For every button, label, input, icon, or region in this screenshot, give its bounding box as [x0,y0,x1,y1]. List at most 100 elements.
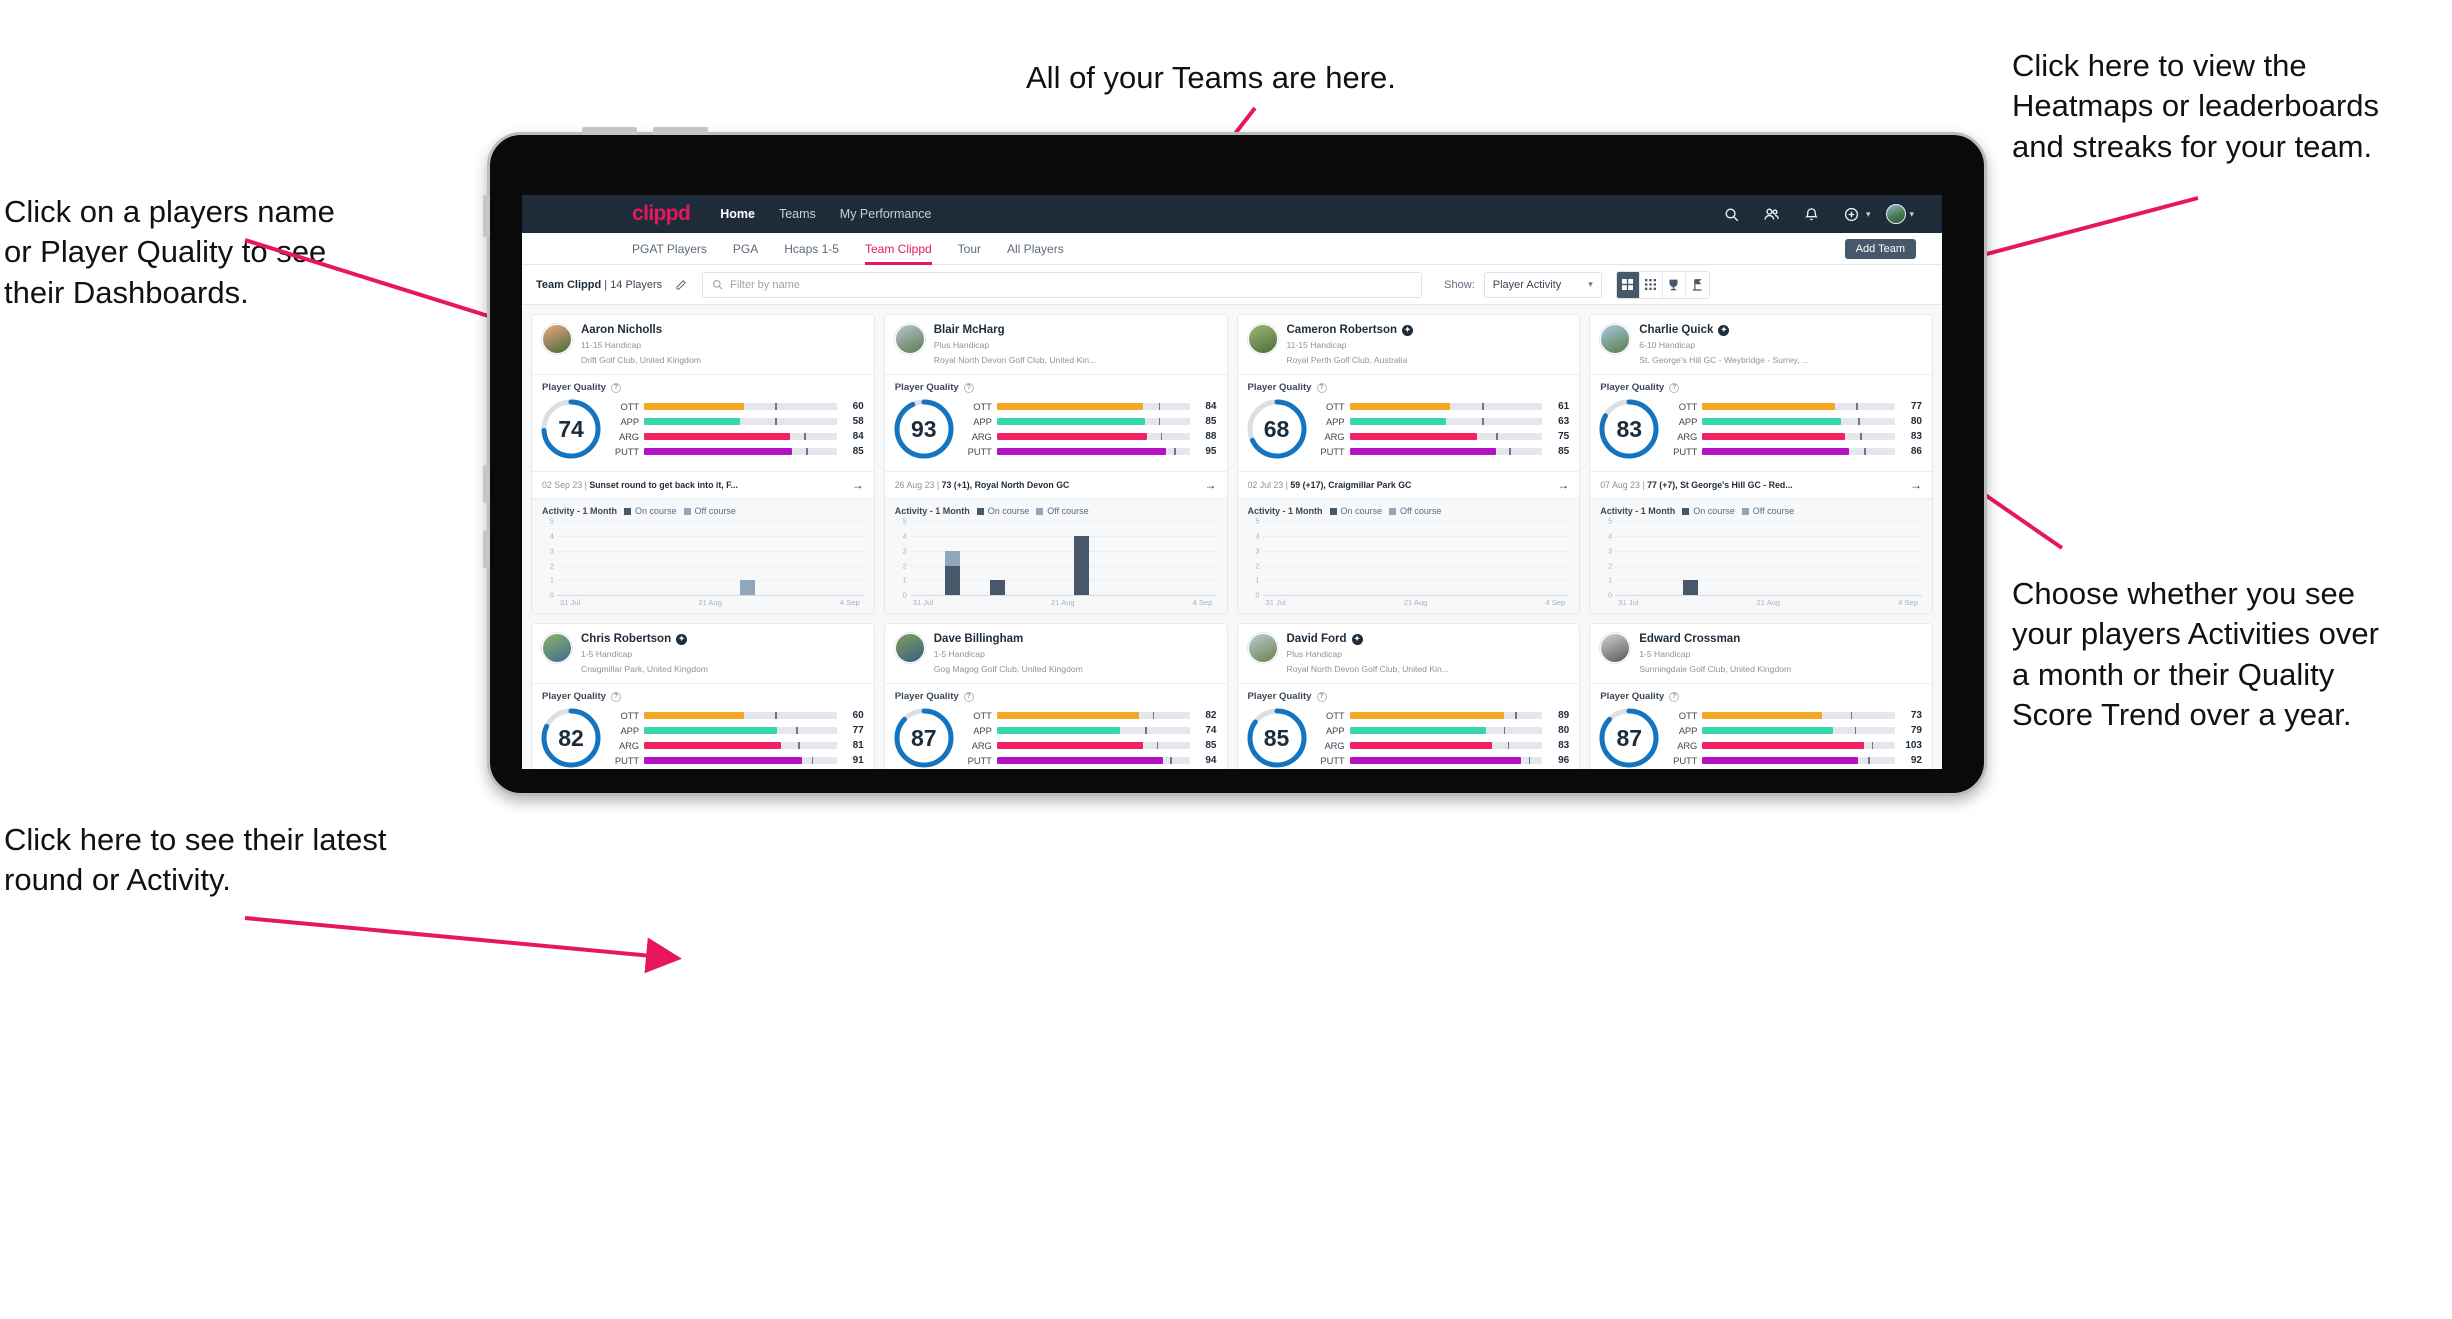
nav-link-teams[interactable]: Teams [779,207,816,221]
metric-benchmark-tick [1868,757,1870,765]
quality-score-ring[interactable]: 87 [891,705,957,769]
tab-tour[interactable]: Tour [958,233,981,265]
search-icon[interactable] [1721,203,1743,225]
avatar[interactable] [894,324,925,354]
arrow-right-icon[interactable]: → [852,478,864,492]
show-select[interactable]: Player Activity ▾ [1483,271,1602,298]
player-name[interactable]: Dave Billingham [934,633,1083,646]
latest-round-row[interactable]: 26 Aug 23 | 73 (+1), Royal North Devon G… [884,471,1227,498]
avatar[interactable] [894,633,925,664]
player-card-header[interactable]: Aaron Nicholls 11-15 Handicap Drift Golf C… [532,315,874,374]
player-name[interactable]: Charlie Quick ✦ [1639,324,1809,337]
trophy-icon[interactable] [1662,271,1686,298]
player-card-header[interactable]: David Ford ✦ Plus Handicap Royal North Devo… [1238,624,1580,683]
chevron-down-icon-profile[interactable]: ▾ [1909,209,1914,220]
pencil-icon[interactable] [670,274,692,296]
help-icon[interactable]: ? [611,691,621,702]
quality-score-ring[interactable]: 68 [1244,396,1310,462]
player-card[interactable]: Edward Crossman 1-5 Handicap Sunningdale G… [1589,623,1933,769]
arrow-right-icon[interactable]: → [1557,478,1569,492]
player-name[interactable]: Chris Robertson ✦ [581,633,708,646]
avatar[interactable] [1247,324,1278,354]
search-input[interactable]: Filter by name [702,271,1423,298]
help-icon[interactable]: ? [1669,691,1680,702]
metric-benchmark-tick [803,433,806,441]
player-card-header[interactable]: Blair McHarg Plus Handicap Royal North Dev… [885,315,1227,374]
player-card-header[interactable]: Chris Robertson ✦ 1-5 Handicap Craigmillar … [532,624,874,683]
tab-all-players[interactable]: All Players [1007,233,1064,265]
player-quality-title: Player Quality? [1590,375,1932,396]
arrow-right-icon[interactable]: → [1910,478,1922,492]
quality-score-ring[interactable]: 74 [538,396,604,462]
help-icon[interactable]: ? [963,691,974,702]
tab-pga[interactable]: PGA [733,233,758,265]
player-name[interactable]: Aaron Nicholls [581,324,701,337]
activity-title: Activity - 1 Month [542,506,618,517]
quality-score-ring[interactable]: 87 [1596,705,1662,769]
quality-score-value: 87 [1616,724,1643,751]
latest-round-row[interactable]: 07 Aug 23 | 77 (+7), St George's Hill GC… [1590,471,1932,498]
flag-icon[interactable] [1685,271,1709,298]
player-card[interactable]: Dave Billingham 1-5 Handicap Gog Magog Gol… [883,623,1228,769]
quality-score-ring[interactable]: 83 [1596,396,1662,462]
avatar[interactable] [542,633,572,664]
metric-fill [1349,403,1450,411]
help-icon[interactable]: ? [611,382,621,393]
nav-link-home[interactable]: Home [720,207,755,221]
metric-row-putt: PUTT 86 [1669,446,1922,457]
avatar[interactable] [1600,633,1631,664]
tab-team-clippd[interactable]: Team Clippd [864,233,932,265]
chevron-down-icon-add[interactable]: ▾ [1866,209,1871,220]
help-icon[interactable]: ? [1316,382,1327,393]
latest-round-row[interactable]: 02 Sep 23 | Sunset round to get back int… [532,471,874,498]
arrow-right-icon[interactable]: → [1205,478,1217,492]
quality-score-ring[interactable]: 93 [891,396,957,462]
player-quality-title: Player Quality? [885,375,1227,396]
help-icon[interactable]: ? [963,382,974,393]
avatar[interactable] [542,324,572,354]
player-card[interactable]: Charlie Quick ✦ 6-10 Handicap St. George's … [1589,314,1933,615]
clippd-logo[interactable]: clippd [632,202,691,226]
metric-track [1702,433,1895,441]
player-card[interactable]: David Ford ✦ Plus Handicap Royal North Devo… [1236,623,1581,769]
avatar[interactable] [1600,324,1631,354]
add-team-button[interactable]: Add Team [1844,239,1916,259]
player-card[interactable]: Blair McHarg Plus Handicap Royal North Dev… [883,314,1228,615]
quality-score-ring[interactable]: 85 [1244,705,1310,769]
player-card-header[interactable]: Cameron Robertson ✦ 11-15 Handicap Royal Pe… [1238,315,1580,374]
player-name[interactable]: David Ford ✦ [1287,633,1449,646]
plus-circle-icon[interactable] [1841,203,1863,225]
metric-track [1702,448,1895,456]
player-card[interactable]: Chris Robertson ✦ 1-5 Handicap Craigmillar … [531,623,875,769]
help-icon[interactable]: ? [1669,382,1680,393]
table-view-button[interactable] [1639,271,1663,298]
metric-track [1349,403,1543,411]
metric-value: 82 [1205,710,1217,722]
metric-track [644,448,837,456]
quality-score-ring[interactable]: 82 [538,705,604,769]
player-card[interactable]: Cameron Robertson ✦ 11-15 Handicap Royal Pe… [1236,314,1581,615]
player-name[interactable]: Edward Crossman [1639,633,1791,646]
player-card-header[interactable]: Dave Billingham 1-5 Handicap Gog Magog Gol… [885,624,1227,683]
cards-view-button[interactable] [1616,271,1640,298]
metric-track [996,418,1190,426]
player-card-header[interactable]: Edward Crossman 1-5 Handicap Sunningdale G… [1590,624,1932,683]
user-avatar[interactable] [1886,204,1907,224]
bell-icon[interactable] [1801,203,1823,225]
metric-row-ott: OTT 82 [964,710,1217,722]
metric-label: OTT [1326,401,1345,413]
avatar[interactable] [1247,633,1278,664]
tab-pgat-players[interactable]: PGAT Players [632,233,707,265]
latest-round-row[interactable]: 02 Jul 23 | 59 (+17), Craigmillar Park G… [1237,471,1580,498]
x-axis-line [1615,595,1922,597]
player-card-header[interactable]: Charlie Quick ✦ 6-10 Handicap St. George's … [1590,315,1932,374]
player-name[interactable]: Cameron Robertson ✦ [1287,324,1414,337]
people-icon[interactable] [1761,203,1783,225]
player-card[interactable]: Aaron Nicholls 11-15 Handicap Drift Golf C… [531,314,875,615]
tab-hcaps-1-5[interactable]: Hcaps 1-5 [784,233,839,265]
nav-link-my-performance[interactable]: My Performance [840,207,932,221]
player-name[interactable]: Blair McHarg [934,324,1096,337]
metric-track [1702,742,1895,750]
player-name-text: Dave Billingham [933,633,1024,646]
help-icon[interactable]: ? [1316,691,1327,702]
